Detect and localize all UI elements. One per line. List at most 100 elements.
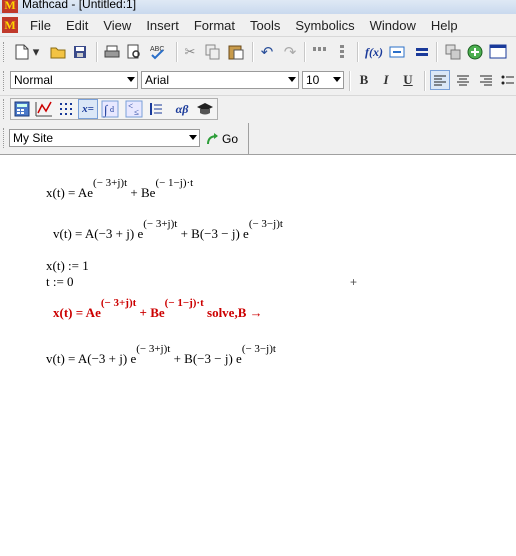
go-arrow-icon bbox=[207, 133, 218, 145]
separator bbox=[424, 71, 426, 91]
svg-text:d: d bbox=[110, 105, 114, 114]
symbolic-icon[interactable] bbox=[195, 99, 215, 119]
align-across-icon[interactable] bbox=[310, 42, 330, 62]
print-icon[interactable] bbox=[102, 42, 122, 62]
expr-text: x(t) = Ae bbox=[53, 305, 101, 320]
align-center-icon[interactable] bbox=[453, 70, 473, 90]
menu-format[interactable]: Format bbox=[194, 18, 242, 33]
document-icon[interactable]: M bbox=[2, 17, 18, 33]
style-select[interactable]: Normal bbox=[10, 71, 138, 89]
expr-text: + Be bbox=[136, 305, 165, 320]
expr-text: + B(−3 − j) e bbox=[177, 226, 249, 241]
exponent: (− 3+j)t bbox=[100, 297, 137, 309]
definition-x[interactable]: x(t) := 1 bbox=[46, 258, 89, 274]
definition-t[interactable]: t := 0 bbox=[46, 274, 74, 290]
menu-symbolics[interactable]: Symbolics bbox=[295, 18, 361, 33]
bullets-icon[interactable] bbox=[498, 70, 516, 90]
expr-text: v(t) = A(−3 + j) e bbox=[46, 351, 137, 366]
exponent: (− 1−j)·t bbox=[155, 177, 194, 189]
exponent: (− 3−j)t bbox=[241, 343, 276, 355]
toolbar-grip[interactable] bbox=[3, 128, 7, 148]
resource-center-icon[interactable] bbox=[465, 42, 485, 62]
bold-button[interactable]: B bbox=[354, 70, 374, 90]
crosshair-cursor-icon: + bbox=[350, 275, 358, 289]
underline-button[interactable]: U bbox=[398, 70, 418, 90]
chevron-down-icon bbox=[288, 77, 296, 82]
go-label: Go bbox=[222, 132, 239, 146]
menu-file[interactable]: File bbox=[30, 18, 58, 33]
separator bbox=[304, 42, 306, 62]
font-select[interactable]: Arial bbox=[141, 71, 299, 89]
new-document-icon[interactable] bbox=[12, 42, 32, 62]
equation-v-of-t-result[interactable]: v(t) = A(−3 + j) e(− 3+j)t + B(−3 − j) e… bbox=[46, 343, 276, 367]
worksheet[interactable]: x(t) = Ae(− 3+j)t + Be(− 1−j)·t v(t) = A… bbox=[0, 155, 516, 556]
exponent: (− 1−j)·t bbox=[164, 297, 204, 309]
expr-text: + B(−3 − j) e bbox=[170, 351, 242, 366]
toolbar-grip[interactable] bbox=[3, 99, 7, 119]
go-button[interactable]: Go bbox=[206, 129, 238, 149]
formatting-toolbar: Normal Arial 10 B I U bbox=[0, 67, 516, 96]
exponent: (− 3+j)t bbox=[93, 177, 128, 189]
menu-view[interactable]: View bbox=[103, 18, 138, 33]
insert-component-icon[interactable] bbox=[443, 42, 463, 62]
insert-unit-icon[interactable] bbox=[388, 42, 408, 62]
programming-icon[interactable] bbox=[146, 99, 166, 119]
font-size-value: 10 bbox=[306, 73, 320, 87]
graph-icon[interactable] bbox=[34, 99, 54, 119]
menu-edit[interactable]: Edit bbox=[66, 18, 95, 33]
toolbar-grip[interactable] bbox=[3, 42, 7, 62]
mathcad-app-icon: M bbox=[2, 0, 18, 13]
menu-window[interactable]: Window bbox=[370, 18, 423, 33]
menu-bar: M File Edit View Insert Format Tools Sym… bbox=[0, 14, 516, 37]
greek-icon[interactable]: αβ bbox=[172, 99, 192, 119]
equation-v-of-t[interactable]: v(t) = A(−3 + j) e(− 3+j)t + B(−3 − j) e… bbox=[53, 218, 283, 242]
boolean-icon[interactable]: < ≤ bbox=[124, 99, 144, 119]
expr-text: v(t) = A(−3 + j) e bbox=[53, 226, 144, 241]
toolbar-grip[interactable] bbox=[3, 71, 7, 91]
svg-text:<: < bbox=[128, 101, 133, 111]
resources-toolbar: My Site Go bbox=[0, 123, 516, 155]
symbolic-solve-expression[interactable]: x(t) = Ae(− 3+j)t + Be(− 1−j)·t solve,B … bbox=[53, 297, 263, 321]
font-size-select[interactable]: 10 bbox=[302, 71, 344, 89]
separator bbox=[349, 71, 351, 91]
math-toolbar: x= ∫ d < ≤ αβ bbox=[0, 96, 516, 124]
save-icon[interactable] bbox=[70, 42, 90, 62]
menu-insert[interactable]: Insert bbox=[146, 18, 186, 33]
calculate-icon[interactable] bbox=[412, 42, 432, 62]
cut-icon[interactable]: ✂ bbox=[180, 42, 200, 62]
font-select-value: Arial bbox=[145, 73, 170, 87]
open-folder-icon[interactable] bbox=[48, 42, 68, 62]
expr-text: x(t) = Ae bbox=[46, 185, 94, 200]
spell-check-icon[interactable]: ABC bbox=[148, 42, 168, 62]
window-icon[interactable] bbox=[488, 42, 508, 62]
equation-x-of-t[interactable]: x(t) = Ae(− 3+j)t + Be(− 1−j)·t bbox=[46, 177, 193, 201]
standard-toolbar: ▾ ABC ✂ ↶ ↷ f(x) bbox=[0, 37, 516, 68]
redo-icon[interactable]: ↷ bbox=[280, 42, 300, 62]
copy-icon[interactable] bbox=[203, 42, 223, 62]
site-select[interactable]: My Site bbox=[9, 129, 200, 147]
undo-icon[interactable]: ↶ bbox=[257, 42, 277, 62]
matrix-icon[interactable] bbox=[56, 99, 76, 119]
menu-help[interactable]: Help bbox=[431, 18, 465, 33]
solve-keyword: solve,B → bbox=[203, 305, 263, 320]
print-preview-icon[interactable] bbox=[124, 42, 144, 62]
separator bbox=[248, 123, 249, 154]
menu-tools[interactable]: Tools bbox=[250, 18, 287, 33]
italic-button[interactable]: I bbox=[376, 70, 396, 90]
insert-function-icon[interactable]: f(x) bbox=[364, 42, 384, 62]
paste-icon[interactable] bbox=[226, 42, 246, 62]
site-select-value: My Site bbox=[13, 131, 54, 145]
evaluation-icon[interactable]: x= bbox=[78, 99, 98, 119]
chevron-down-icon bbox=[189, 135, 197, 140]
svg-text:≤: ≤ bbox=[134, 107, 139, 117]
align-right-icon[interactable] bbox=[476, 70, 496, 90]
title-bar: M Mathcad - [Untitled:1] bbox=[0, 0, 516, 14]
align-left-icon[interactable] bbox=[430, 70, 450, 90]
new-dropdown-icon[interactable]: ▾ bbox=[31, 42, 41, 62]
separator bbox=[357, 42, 359, 62]
chevron-down-icon bbox=[127, 77, 135, 82]
calculator-icon[interactable] bbox=[12, 99, 32, 119]
align-down-icon[interactable] bbox=[332, 42, 352, 62]
calculus-icon[interactable]: ∫ d bbox=[100, 99, 120, 119]
separator bbox=[176, 42, 178, 62]
